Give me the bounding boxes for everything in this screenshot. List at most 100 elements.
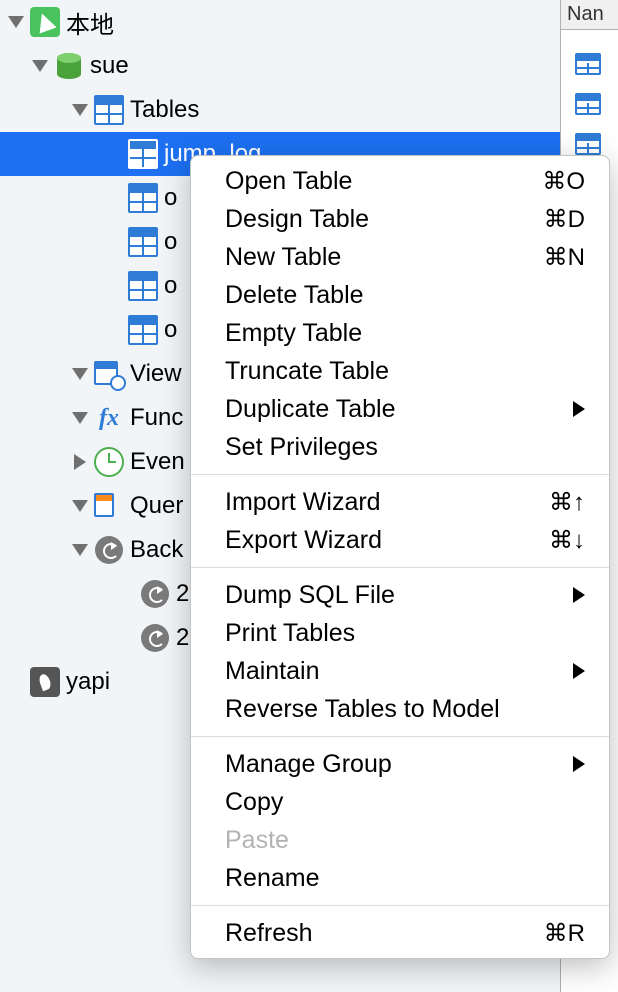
menu-label: Duplicate Table [225, 395, 395, 424]
tree-label: o [164, 316, 177, 344]
tree-label: o [164, 184, 177, 212]
tree-label: o [164, 228, 177, 256]
menu-copy[interactable]: Copy [191, 783, 609, 821]
menu-truncate-table[interactable]: Truncate Table [191, 352, 609, 390]
tree-connection-local[interactable]: 本地 [0, 0, 560, 44]
chevron-right-icon[interactable] [70, 452, 90, 472]
tree-label: Func [130, 404, 183, 432]
menu-paste: Paste [191, 821, 609, 859]
chevron-down-icon[interactable] [70, 540, 90, 560]
chevron-down-icon[interactable] [30, 56, 50, 76]
table-icon [128, 183, 158, 213]
menu-rename[interactable]: Rename [191, 859, 609, 897]
tree-label: 本地 [66, 5, 114, 40]
menu-export-wizard[interactable]: Export Wizard ⌘↓ [191, 521, 609, 559]
menu-maintain[interactable]: Maintain [191, 652, 609, 690]
menu-label: Empty Table [225, 319, 362, 348]
tree-label: o [164, 272, 177, 300]
menu-label: Design Table [225, 205, 369, 234]
backup-icon [140, 579, 170, 609]
tree-group-tables[interactable]: Tables [0, 88, 560, 132]
chevron-down-icon[interactable] [70, 100, 90, 120]
table-icon [128, 315, 158, 345]
list-item[interactable] [561, 84, 618, 124]
backup-icon [140, 623, 170, 653]
menu-separator [191, 736, 609, 737]
tree-label: 2 [176, 580, 189, 608]
table-icon [94, 95, 124, 125]
column-header-name: Nan [567, 3, 604, 26]
menu-print-tables[interactable]: Print Tables [191, 614, 609, 652]
chevron-down-icon[interactable] [70, 496, 90, 516]
table-icon [575, 53, 601, 75]
connection-icon [30, 7, 60, 37]
chevron-down-icon[interactable] [70, 408, 90, 428]
chevron-down-icon[interactable] [70, 364, 90, 384]
menu-separator [191, 567, 609, 568]
menu-design-table[interactable]: Design Table ⌘D [191, 200, 609, 238]
menu-new-table[interactable]: New Table ⌘N [191, 238, 609, 276]
tree-label: 2 [176, 624, 189, 652]
table-icon [128, 139, 158, 169]
query-icon [94, 491, 124, 521]
menu-label: Import Wizard [225, 488, 381, 517]
function-icon: fx [94, 403, 124, 433]
menu-label: Print Tables [225, 619, 355, 648]
menu-shortcut: ⌘↑ [549, 488, 585, 517]
tree-label: Even [130, 448, 185, 476]
menu-label: Maintain [225, 657, 320, 686]
table-icon [575, 93, 601, 115]
menu-label: Manage Group [225, 750, 392, 779]
event-icon [94, 447, 124, 477]
tree-label: Back [130, 536, 183, 564]
menu-shortcut: ⌘R [544, 919, 585, 948]
tree-database-sue[interactable]: sue [0, 44, 560, 88]
menu-label: Rename [225, 864, 320, 893]
tree-label: sue [90, 52, 129, 80]
menu-label: New Table [225, 243, 341, 272]
menu-duplicate-table[interactable]: Duplicate Table [191, 390, 609, 428]
submenu-arrow-icon [573, 663, 585, 679]
menu-label: Refresh [225, 919, 313, 948]
menu-empty-table[interactable]: Empty Table [191, 314, 609, 352]
menu-open-table[interactable]: Open Table ⌘O [191, 162, 609, 200]
right-panel-header[interactable]: Nan [561, 0, 618, 30]
view-icon [94, 359, 124, 389]
menu-dump-sql-file[interactable]: Dump SQL File [191, 576, 609, 614]
submenu-arrow-icon [573, 756, 585, 772]
menu-set-privileges[interactable]: Set Privileges [191, 428, 609, 466]
menu-refresh[interactable]: Refresh ⌘R [191, 914, 609, 952]
menu-label: Truncate Table [225, 357, 389, 386]
tree-label: Quer [130, 492, 183, 520]
database-icon [54, 51, 84, 81]
table-icon [575, 133, 601, 155]
menu-label: Reverse Tables to Model [225, 695, 500, 724]
menu-label: Open Table [225, 167, 352, 196]
menu-label: Copy [225, 788, 283, 817]
menu-import-wizard[interactable]: Import Wizard ⌘↑ [191, 483, 609, 521]
menu-label: Export Wizard [225, 526, 382, 555]
menu-shortcut: ⌘O [542, 167, 585, 196]
menu-label: Paste [225, 826, 289, 855]
submenu-arrow-icon [573, 587, 585, 603]
table-icon [128, 227, 158, 257]
tree-label: View [130, 360, 182, 388]
menu-delete-table[interactable]: Delete Table [191, 276, 609, 314]
leaf-icon [30, 667, 60, 697]
menu-label: Delete Table [225, 281, 364, 310]
list-item[interactable] [561, 44, 618, 84]
menu-shortcut: ⌘↓ [549, 526, 585, 555]
menu-label: Dump SQL File [225, 581, 395, 610]
menu-shortcut: ⌘D [544, 205, 585, 234]
context-menu: Open Table ⌘O Design Table ⌘D New Table … [190, 155, 610, 959]
menu-separator [191, 905, 609, 906]
chevron-down-icon[interactable] [6, 12, 26, 32]
menu-shortcut: ⌘N [544, 243, 585, 272]
table-icon [128, 271, 158, 301]
tree-label: Tables [130, 96, 199, 124]
backup-icon [94, 535, 124, 565]
menu-separator [191, 474, 609, 475]
menu-manage-group[interactable]: Manage Group [191, 745, 609, 783]
tree-label: yapi [66, 668, 110, 696]
menu-reverse-tables-to-model[interactable]: Reverse Tables to Model [191, 690, 609, 728]
